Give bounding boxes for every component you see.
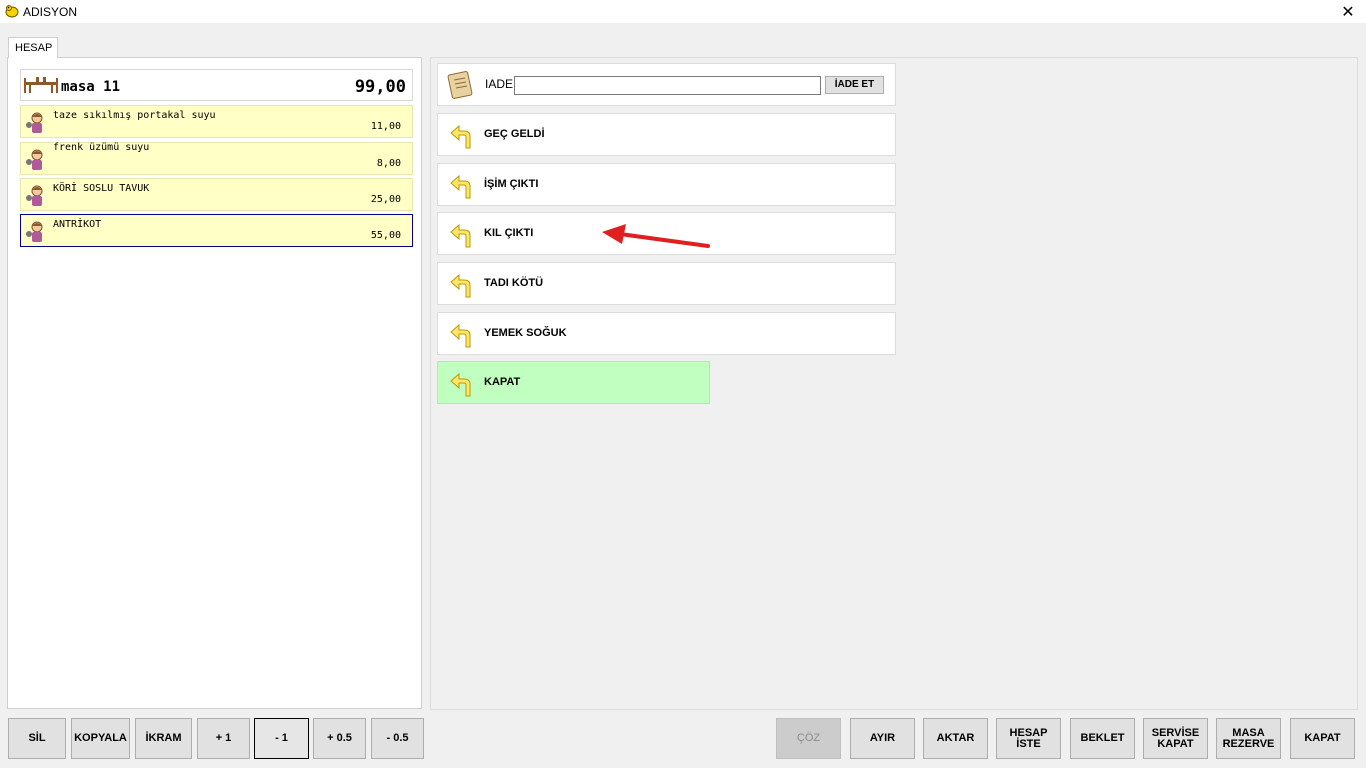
iade-label: IADE: [485, 77, 514, 91]
button-line: KAPAT: [1157, 737, 1194, 750]
undo-arrow-icon: [450, 223, 471, 248]
waiter-icon: [26, 185, 43, 206]
reason-button-yemek-soguk[interactable]: YEMEK SOĞUK: [437, 312, 896, 355]
red-arrow-annotation: [602, 224, 710, 248]
order-item[interactable]: taze sıkılmış portakal suyu 11,00: [20, 105, 413, 138]
plus-one-button[interactable]: + 1: [197, 718, 250, 759]
hesap-iste-button[interactable]: HESAP İSTE: [996, 718, 1061, 759]
reason-label: TADI KÖTÜ: [484, 277, 544, 289]
dining-table-icon: [24, 77, 58, 93]
iade-row: IADE İADE ET: [437, 63, 896, 106]
waiter-icon: [26, 149, 43, 170]
item-name: taze sıkılmış portakal suyu: [53, 110, 216, 121]
servise-kapat-button[interactable]: SERVİSE KAPAT: [1143, 718, 1208, 759]
button-line: İSTE: [1016, 737, 1041, 750]
order-total: 99,00: [354, 77, 406, 97]
table-header[interactable]: masa 11 99,00: [20, 69, 413, 101]
sil-button[interactable]: SİL: [8, 718, 66, 759]
waiter-icon: [26, 221, 43, 242]
reason-label: KIL ÇIKTI: [484, 227, 534, 239]
order-item-selected[interactable]: ANTRİKOT 55,00: [20, 214, 413, 247]
undo-arrow-icon: [450, 372, 471, 397]
window-title: ADISYON: [23, 5, 78, 19]
close-button[interactable]: ✕: [1330, 0, 1366, 23]
table-name: masa 11: [61, 79, 121, 95]
close-icon: ✕: [1341, 3, 1355, 21]
order-panel: masa 11 99,00 taze sıkılmış portakal suy…: [7, 57, 422, 709]
order-item[interactable]: frenk üzümü suyu 8,00: [20, 142, 413, 175]
item-price: 8,00: [376, 158, 401, 169]
button-line: REZERVE: [1222, 737, 1275, 750]
reason-label: KAPAT: [484, 376, 521, 388]
item-price: 11,00: [370, 121, 401, 132]
beklet-button[interactable]: BEKLET: [1070, 718, 1135, 759]
plus-half-button[interactable]: + 0.5: [313, 718, 366, 759]
reason-label: İŞİM ÇIKTI: [484, 178, 539, 190]
ikram-button[interactable]: İKRAM: [135, 718, 192, 759]
aktar-button[interactable]: AKTAR: [923, 718, 988, 759]
reason-kapat-button[interactable]: KAPAT: [437, 361, 710, 404]
app-icon: [5, 5, 19, 18]
kapat-button[interactable]: KAPAT: [1290, 718, 1355, 759]
item-price: 25,00: [370, 194, 401, 205]
kopyala-button[interactable]: KOPYALA: [71, 718, 130, 759]
coz-button[interactable]: ÇÖZ: [776, 718, 841, 759]
item-name: frenk üzümü suyu: [53, 142, 150, 153]
undo-arrow-icon: [450, 174, 471, 199]
undo-arrow-icon: [450, 124, 471, 149]
minus-one-button[interactable]: - 1: [254, 718, 309, 759]
undo-arrow-icon: [450, 273, 471, 298]
title-bar: ADISYON ✕: [0, 0, 1366, 23]
reason-label: YEMEK SOĞUK: [484, 327, 567, 339]
iade-et-button[interactable]: İADE ET: [825, 76, 884, 94]
masa-rezerve-button[interactable]: MASA REZERVE: [1216, 718, 1281, 759]
button-line: HESAP: [1009, 726, 1048, 739]
waiter-icon: [26, 112, 43, 133]
receipt-note-icon: [447, 71, 473, 99]
minus-half-button[interactable]: - 0.5: [371, 718, 424, 759]
ayir-button[interactable]: AYIR: [850, 718, 915, 759]
button-line: SERVİSE: [1151, 726, 1200, 739]
undo-arrow-icon: [450, 323, 471, 348]
reason-button-tadi-kotu[interactable]: TADI KÖTÜ: [437, 262, 896, 305]
item-name: ANTRİKOT: [53, 219, 102, 230]
reason-button-gec-geldi[interactable]: GEÇ GELDİ: [437, 113, 896, 156]
tab-hesap[interactable]: HESAP: [8, 37, 58, 58]
item-price: 55,00: [370, 230, 401, 241]
button-line: MASA: [1232, 726, 1265, 739]
item-name: KÖRİ SOSLU TAVUK: [53, 183, 150, 194]
iade-input[interactable]: [514, 76, 821, 95]
reason-label: GEÇ GELDİ: [484, 128, 545, 140]
reason-button-isim-cikti[interactable]: İŞİM ÇIKTI: [437, 163, 896, 206]
order-item[interactable]: KÖRİ SOSLU TAVUK 25,00: [20, 178, 413, 211]
